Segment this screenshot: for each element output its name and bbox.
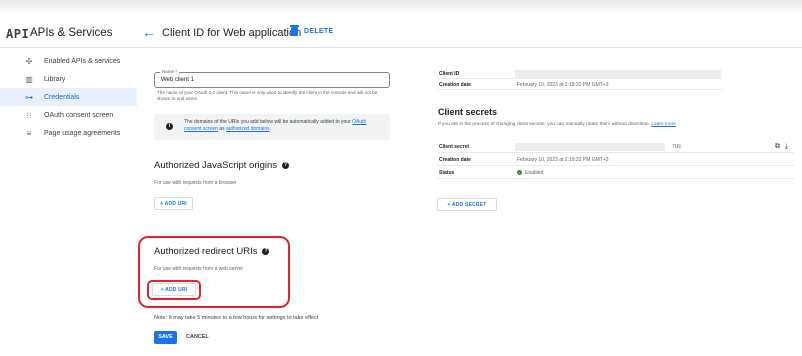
key-icon: ⊶ [25, 92, 33, 102]
creation-date-row: Creation date February 10, 2023 at 2:19:… [437, 80, 723, 90]
js-origins-title: Authorized JavaScript origins [154, 160, 278, 171]
library-icon: ▥ [25, 74, 33, 84]
sidebar-item-label: Enabled APIs & services [44, 57, 121, 65]
redirect-uris-title: Authorized redirect URIs [154, 246, 258, 257]
sidebar-item-oauth-consent[interactable]: ⁝⁝ OAuth consent screen [0, 106, 137, 124]
js-origins-subtitle: For use with requests from a browser [154, 180, 237, 186]
add-js-origin-uri-button[interactable]: + ADD URI [154, 197, 193, 210]
secret-status-row: Status ✓ Enabled [437, 168, 794, 179]
copy-icon[interactable]: ⧉ [775, 143, 780, 151]
creation-date-value: February 10, 2023 at 2:19:32 PM GMT+3 [517, 82, 609, 88]
sidebar-item-enabled-apis[interactable]: ✣ Enabled APIs & services [0, 52, 137, 70]
redirect-uris-heading: Authorized redirect URIs ? [154, 246, 270, 257]
secret-actions: ⧉ ⤓ [775, 143, 788, 151]
status-label: Status [439, 170, 455, 176]
top-shadow [0, 0, 802, 14]
help-icon[interactable]: ? [262, 248, 270, 255]
secret-creation-date-value: February 10, 2023 at 2:19:32 PM GMT+3 [517, 157, 609, 163]
add-redirect-uri-button[interactable]: + ADD URI [152, 283, 196, 296]
sidebar-item-label: Library [44, 75, 66, 83]
api-logo: API [6, 27, 30, 41]
delete-button[interactable]: DELETE [290, 25, 334, 36]
settings-note: Note: It may take 5 minutes to a few hou… [154, 315, 319, 321]
client-id-label: Client ID [439, 71, 460, 77]
name-field-value[interactable]: Web client 1 [161, 77, 194, 83]
client-secrets-subtitle: If you are in the process of changing cl… [438, 122, 676, 127]
status-value: ✓ Enabled [517, 170, 543, 176]
learn-more-link[interactable]: Learn more [651, 122, 676, 127]
client-secret-label: Client secret [439, 144, 470, 150]
name-field-label: Name * [160, 69, 180, 74]
help-icon[interactable]: ? [282, 162, 290, 169]
redirect-uris-subtitle: For use with requests from a web server [154, 266, 244, 272]
header-bar: API APIs & Services ← Client ID for Web … [0, 22, 802, 48]
download-icon[interactable]: ⤓ [785, 143, 788, 151]
info-text-suffix: . [269, 126, 272, 132]
info-icon: i [166, 123, 173, 130]
delete-label: DELETE [304, 28, 334, 35]
status-text: Enabled [525, 170, 544, 176]
page-title: Client ID for Web application [162, 27, 302, 39]
sidebar-item-credentials[interactable]: ⊶ Credentials [0, 88, 137, 106]
consent-screen-icon: ⁝⁝ [26, 110, 32, 120]
js-origins-heading: Authorized JavaScript origins ? [154, 160, 290, 171]
client-secrets-subtitle-text: If you are in the process of changing cl… [438, 122, 650, 127]
name-help-text: The name of your OAuth 2.0 client. This … [157, 90, 378, 101]
sidebar-item-page-usage[interactable]: ≡ Page usage agreements [0, 124, 137, 142]
info-text-mid: as [219, 126, 225, 132]
redacted-client-id [515, 70, 721, 78]
secret-creation-date-row: Creation date February 10, 2023 at 2:19:… [437, 155, 794, 166]
redacted-client-secret [515, 143, 665, 151]
client-id-row: Client ID [437, 69, 723, 79]
save-button[interactable]: SAVE [154, 331, 177, 344]
client-secrets-title: Client secrets [438, 107, 498, 117]
creation-date-label: Creation date [439, 82, 471, 88]
domains-info-box: i The domains of the URIs you add below … [154, 114, 390, 140]
authorized-domains-link[interactable]: authorized domains [226, 126, 270, 132]
sidebar-item-label: Credentials [44, 93, 80, 101]
add-secret-button[interactable]: + ADD SECRET [437, 198, 497, 211]
trash-icon [290, 25, 299, 36]
check-circle-icon: ✓ [517, 170, 522, 176]
settings-list-icon: ≡ [26, 128, 32, 138]
client-secret-tail: 7Ulj [672, 144, 681, 150]
back-arrow-icon[interactable]: ← [142, 24, 156, 40]
client-secret-row: Client secret 7Ulj ⧉ ⤓ [437, 142, 794, 153]
name-field[interactable]: Name * Web client 1 [154, 69, 390, 88]
info-text-prefix: The domains of the URIs you add below wi… [184, 119, 351, 125]
sidebar-item-label: OAuth consent screen [44, 111, 114, 119]
secret-creation-date-label: Creation date [439, 157, 471, 163]
sidebar-item-label: Page usage agreements [44, 129, 121, 137]
cancel-button[interactable]: CANCEL [186, 331, 209, 344]
sidebar-item-library[interactable]: ▥ Library [0, 70, 137, 88]
enabled-apis-icon: ✣ [25, 56, 33, 66]
service-title: APIs & Services [30, 27, 113, 39]
domains-info-text: The domains of the URIs you add below wi… [184, 119, 384, 133]
